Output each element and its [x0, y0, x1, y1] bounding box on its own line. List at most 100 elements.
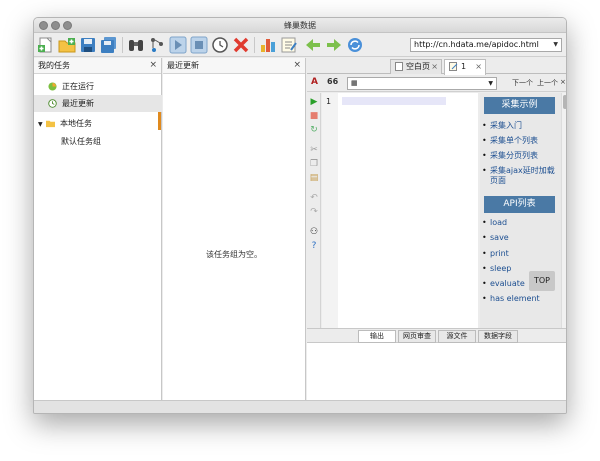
close-icon[interactable]: × [293, 58, 301, 73]
link-item[interactable]: 采集ajax延时加载页面 [482, 166, 558, 186]
status-bar [34, 400, 566, 413]
page-icon [395, 62, 403, 71]
tree-item-label: 本地任务 [60, 119, 92, 128]
running-icon [48, 82, 57, 91]
bar-chart-icon[interactable] [259, 36, 277, 54]
tree-item-label: 默认任务组 [61, 137, 101, 146]
editor-toolbar: A 66 ▦ ▼ 下一个 上一个 × [307, 75, 566, 92]
output-tabs: 输出 网页审查 源文件 数据字段 [307, 328, 566, 343]
current-line-highlight [342, 97, 446, 105]
edit-page-icon [449, 62, 458, 71]
refresh-icon[interactable] [346, 36, 364, 54]
tree-item-recent[interactable]: 最近更新 [34, 95, 162, 112]
paste-icon[interactable]: ▤ [309, 173, 319, 183]
api-preview-pane: 采集示例 采集入门 采集单个列表 采集分页列表 采集ajax延时加载页面 API… [480, 93, 561, 328]
line-number-gutter: 1 [322, 93, 338, 328]
link-item[interactable]: 采集入门 [482, 121, 558, 131]
notepad-icon[interactable] [280, 36, 298, 54]
window-title: 蜂巢数据 [284, 21, 316, 30]
main-toolbar: http://cn.hdata.me/apidoc.html ▼ [34, 33, 566, 57]
editor-area: 空白页 × 1 × A 66 ▦ ▼ 下一个 上一个 × ▶ ■ ↻ ✂ ❐ ▤… [307, 58, 566, 400]
tab-output[interactable]: 输出 [358, 330, 396, 343]
url-dropdown-icon[interactable]: ▼ [553, 39, 558, 51]
tab-1[interactable]: 1 × [444, 59, 486, 75]
reload-icon[interactable]: ↻ [309, 125, 319, 135]
link-item[interactable]: 采集分页列表 [482, 151, 558, 161]
link-item[interactable]: has element [482, 294, 558, 304]
preview-scrollbar[interactable] [561, 93, 566, 328]
binoculars-small-icon: ▦ [351, 79, 358, 87]
tree-item-label: 最近更新 [62, 99, 94, 108]
font-icon[interactable]: A [311, 77, 318, 87]
tab-blank-page[interactable]: 空白页 × [390, 59, 442, 74]
output-area[interactable] [307, 343, 566, 400]
panel-title: 我的任务 [38, 61, 70, 70]
link-item[interactable]: save [482, 233, 558, 243]
chevron-down-icon[interactable]: ▼ [488, 78, 493, 89]
save-icon[interactable] [79, 36, 97, 54]
tab-label: 空白页 [406, 62, 430, 71]
tree-item-local-tasks[interactable]: ▼ 本地任务 [34, 115, 162, 132]
tree-item-default-group[interactable]: 默认任务组 [34, 133, 162, 150]
link-item[interactable]: 采集单个列表 [482, 136, 558, 146]
clock-small-icon [48, 99, 57, 108]
cut-icon[interactable]: ✂ [309, 145, 319, 155]
panel-title: 最近更新 [167, 61, 199, 70]
recent-updates-header: 最近更新 × [163, 58, 305, 74]
new-file-icon[interactable] [37, 36, 55, 54]
save-all-icon[interactable] [100, 36, 118, 54]
title-bar: 蜂巢数据 [34, 18, 566, 33]
close-icon[interactable]: × [560, 78, 566, 86]
tab-data-fields[interactable]: 数据字段 [478, 330, 518, 343]
editor-side-toolbar: ▶ ■ ↻ ✂ ❐ ▤ ↶ ↷ ⚇ ? [307, 93, 321, 328]
close-red-icon[interactable] [232, 36, 250, 54]
back-arrow-icon[interactable] [304, 36, 322, 54]
toolbar-separator [254, 37, 255, 53]
chevron-down-icon[interactable]: ▼ [38, 116, 46, 133]
stop-icon[interactable] [190, 36, 208, 54]
tab-page-inspect[interactable]: 网页审查 [398, 330, 436, 343]
tab-close-icon[interactable]: × [475, 60, 482, 73]
tab-label: 1 [461, 62, 467, 71]
empty-group-message: 该任务组为空。 [206, 250, 262, 259]
debug-icon[interactable] [148, 36, 166, 54]
redo-icon[interactable]: ↷ [309, 207, 319, 217]
tree-item-label: 正在运行 [62, 82, 94, 91]
stop-small-icon[interactable]: ■ [309, 111, 319, 121]
binoculars-icon[interactable] [127, 36, 145, 54]
copy-icon[interactable]: ❐ [309, 159, 319, 169]
top-button[interactable]: TOP [529, 271, 555, 291]
scroll-thumb[interactable] [563, 95, 566, 109]
code-editor[interactable] [338, 93, 478, 328]
recent-updates-panel: 最近更新 × 该任务组为空。 [163, 58, 306, 400]
line-number: 1 [326, 97, 332, 106]
link-item[interactable]: print [482, 249, 558, 259]
section-heading: 采集示例 [484, 97, 555, 114]
clock-icon[interactable] [211, 36, 229, 54]
my-tasks-header: 我的任务 × [34, 58, 161, 74]
tab-source[interactable]: 源文件 [438, 330, 476, 343]
prev-button[interactable]: 上一个 [537, 78, 558, 88]
url-text: http://cn.hdata.me/apidoc.html [414, 40, 539, 49]
close-icon[interactable]: × [149, 58, 157, 73]
my-tasks-panel: 我的任务 × 正在运行 最近更新 ▼ 本地任务 默认任务组 [34, 58, 162, 400]
toolbar-separator [122, 37, 123, 53]
next-button[interactable]: 下一个 [512, 78, 533, 88]
section-heading: API列表 [484, 196, 555, 213]
run-icon[interactable]: ▶ [309, 97, 319, 107]
link-item[interactable]: load [482, 218, 558, 228]
find-icon[interactable]: ⚇ [309, 227, 319, 237]
url-input[interactable]: http://cn.hdata.me/apidoc.html ▼ [410, 38, 562, 52]
tree-item-running[interactable]: 正在运行 [34, 78, 162, 95]
element-selector[interactable]: ▦ ▼ [347, 77, 497, 90]
undo-icon[interactable]: ↶ [309, 193, 319, 203]
play-icon[interactable] [169, 36, 187, 54]
tab-close-icon[interactable]: × [431, 60, 438, 73]
editor-tabs: 空白页 × 1 × [307, 58, 566, 75]
folder-icon [46, 120, 55, 128]
help-icon[interactable]: ? [309, 241, 319, 251]
quote-icon[interactable]: 66 [327, 77, 338, 86]
new-folder-icon[interactable] [58, 36, 76, 54]
app-window: 蜂巢数据 http://cn.hdata.me/apidoc.html ▼ 我的… [33, 17, 567, 414]
forward-arrow-icon[interactable] [325, 36, 343, 54]
